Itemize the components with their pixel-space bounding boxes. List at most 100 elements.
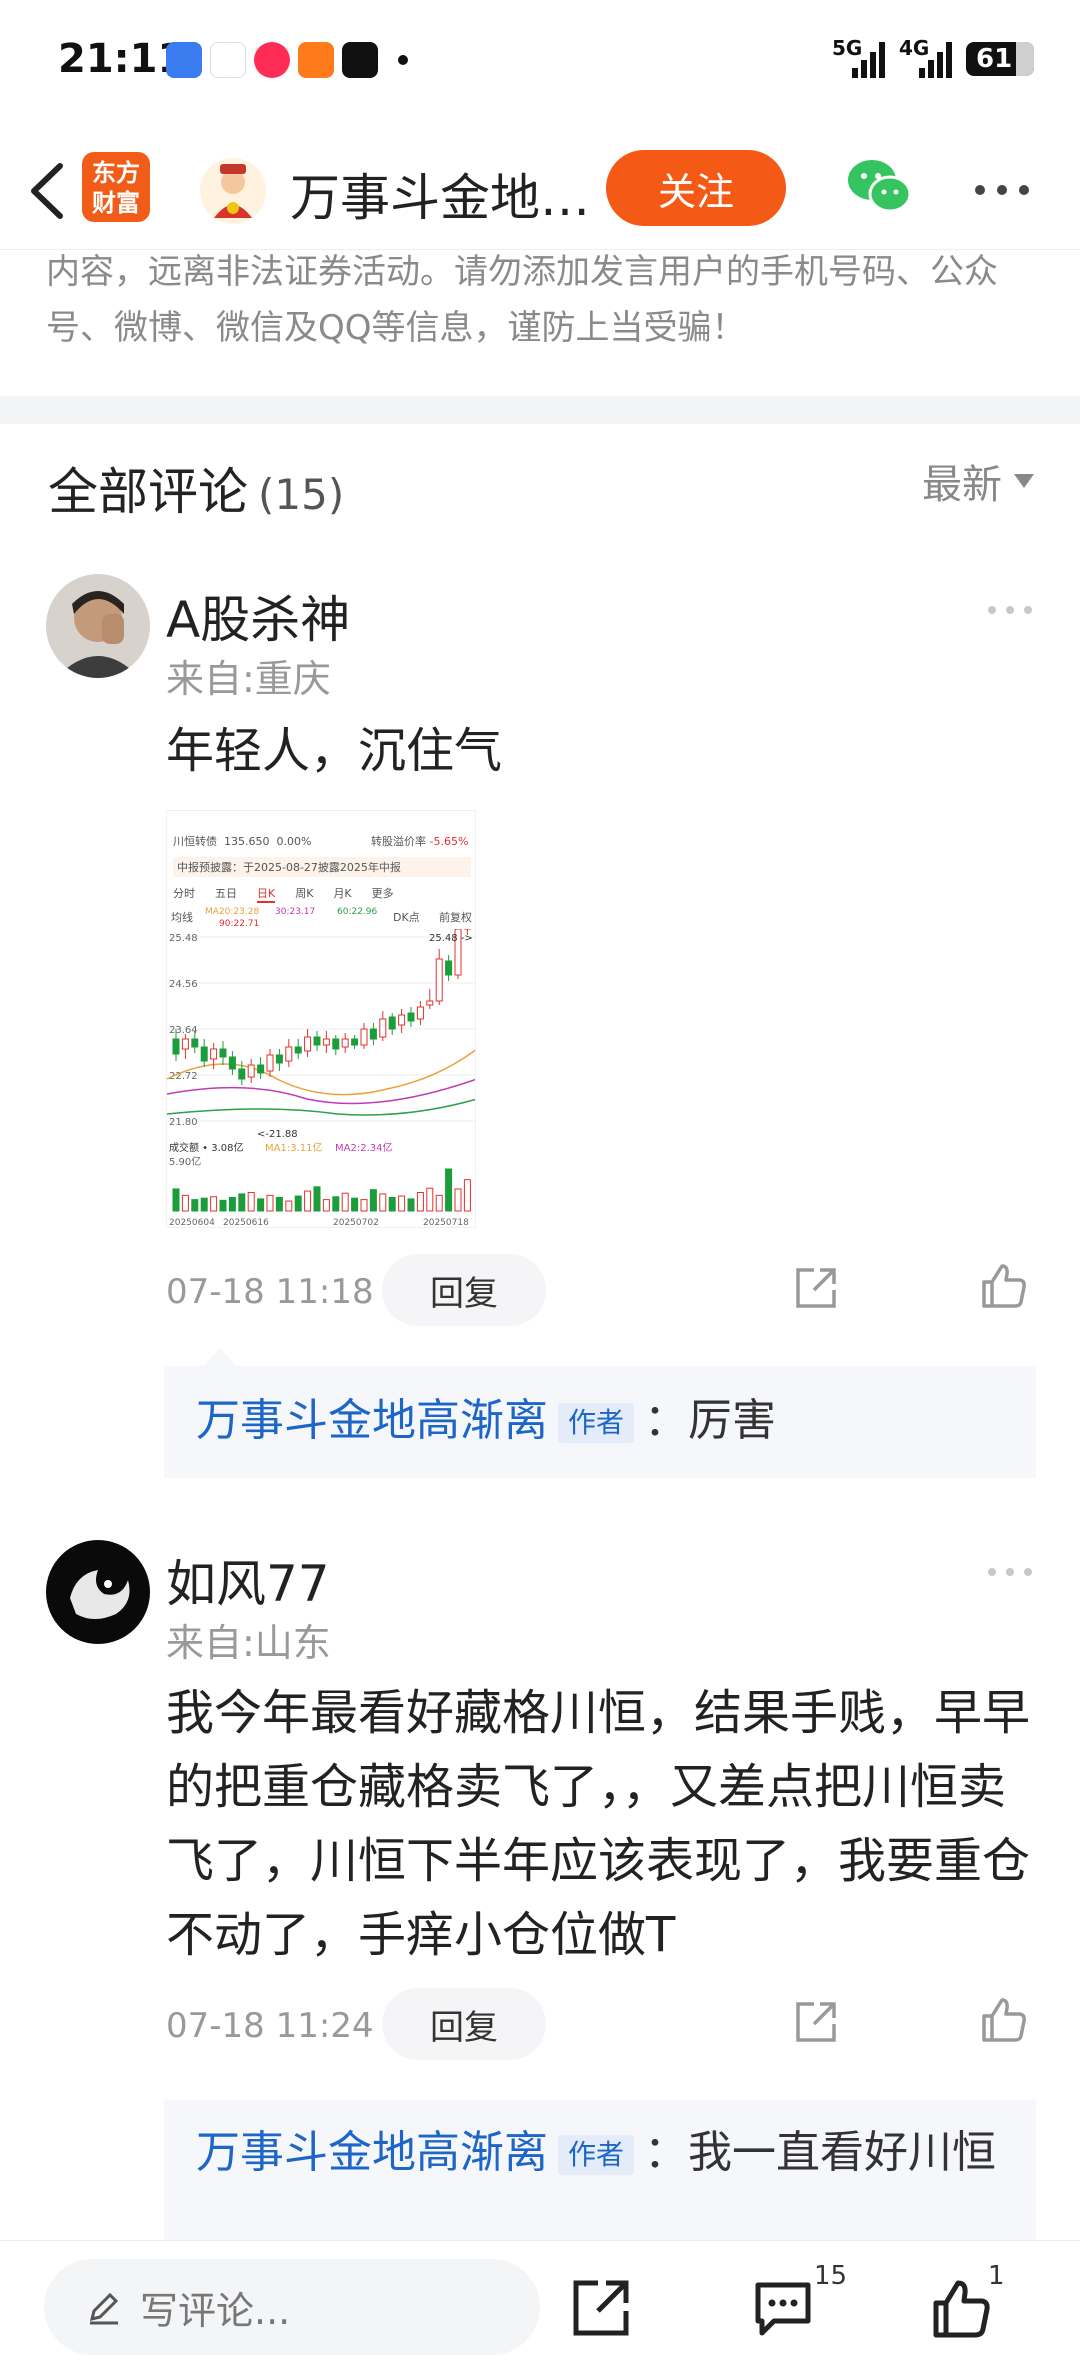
reply-button[interactable]: 回复 [382,1254,546,1326]
write-comment-input[interactable]: 写评论... [44,2259,540,2355]
candle-body [332,1038,340,1050]
chart-tab: 日K [257,885,276,903]
app-stock-icon [166,42,202,78]
low-price-label: <-21.88 [257,1129,298,1140]
app-flower-icon [210,42,246,78]
candle-body [369,1028,377,1040]
like-icon[interactable] [930,2277,992,2339]
y-tick-label: 24.56 [169,979,198,990]
reply-text: ：厉害 [644,1395,777,1446]
wechat-share-icon[interactable] [846,156,912,216]
volume-bar [341,1192,349,1212]
comments-count: (15) [258,470,345,519]
chart-tab: 更多 [371,887,394,900]
volume-label: 成交额 • 3.08亿 [169,1141,244,1154]
comment-time: 07-18 11:24 [166,2006,374,2046]
reply-button[interactable]: 回复 [382,1988,546,2060]
write-comment-placeholder: 写评论... [140,2288,291,2333]
volume-bar [238,1193,246,1212]
comment-bubble-icon[interactable] [752,2277,814,2339]
more-notifications-dot [398,55,408,65]
avatar[interactable] [46,574,150,678]
volume-bar [445,1168,453,1212]
candle-body [257,1064,265,1074]
back-arrow-icon[interactable] [24,156,72,226]
volume-bar [257,1198,265,1212]
candle-body [275,1054,283,1064]
volume-bar [294,1195,302,1212]
volume-bar [398,1195,406,1212]
volume-bar [454,1188,462,1212]
candle-body [426,1000,434,1006]
avatar[interactable] [46,1540,150,1644]
notification-icons [166,42,408,78]
candle-body [416,1006,424,1020]
volume-bar [304,1190,312,1212]
like-count-badge: 1 [988,2261,1005,2291]
comments-header: 全部评论 (15) [48,452,344,524]
app-video-icon [254,42,290,78]
volume-bar [247,1191,255,1212]
candlestick-chart: 25.4824.5623.6422.7221.8025.48 -><-21.88… [167,929,475,1228]
comment-more-icon[interactable] [986,604,1034,616]
app-game-icon [298,42,334,78]
page-title: 万事斗金地… [290,169,590,227]
ma-line [167,1078,475,1105]
candle-body [341,1038,349,1048]
sort-label: 最新 [922,462,1002,508]
candle-body [200,1046,208,1062]
candle-body [219,1048,227,1058]
reply-author[interactable]: 万事斗金地高渐离 [196,1395,548,1446]
share-icon[interactable] [570,2277,632,2339]
candle-body [238,1068,246,1080]
volume-bar [228,1196,236,1212]
volume-bar [388,1196,396,1212]
thumbs-up-icon[interactable] [980,1262,1028,1310]
thumbs-up-icon[interactable] [980,1996,1028,2044]
y-tick-label: 21.80 [169,1117,198,1128]
reply-author[interactable]: 万事斗金地高渐离 [196,2127,548,2178]
comment-text: 我今年最看好藏格川恒，结果手贱，早早的把重仓藏格卖飞了，，又差点把川恒卖飞了，川… [166,1685,1031,1963]
volume-bar [172,1188,180,1212]
share-icon[interactable] [792,1264,840,1312]
candle-body [445,960,453,976]
volume-bar [181,1194,189,1212]
volume-bar [313,1186,321,1212]
candle-body [210,1048,218,1060]
comment-more-icon[interactable] [986,1566,1034,1578]
candle-body [266,1054,274,1072]
comment-author[interactable]: 如风77 [166,1544,330,1616]
candle-body [228,1056,236,1070]
signal-5g-icon: 5G [832,36,885,78]
app-gourd-icon [342,42,378,78]
volume-ma1-label: MA1:3.11亿 [265,1141,322,1154]
volume-bar [275,1196,283,1212]
x-tick-label: 20250718 [423,1218,469,1228]
author-avatar[interactable] [200,158,266,224]
status-bar: 21:11 5G 4G 61 [0,0,1080,120]
candle-body [313,1036,321,1046]
header: 东方 财富 万事斗金地… 关注 [0,130,1080,250]
reply-text: ：我一直看好川恒 [644,2127,997,2178]
candle-body [322,1038,330,1046]
risk-notice: 内容，远离非法证券活动。请勿添加发言用户的手机号码、公众号、微博、微信及QQ等信… [46,252,998,348]
caret-down-icon [1014,474,1034,488]
author-badge: 作者 [558,2135,635,2175]
x-tick-label: 20250616 [223,1218,269,1228]
sort-dropdown[interactable]: 最新 [922,452,1034,510]
chart-tab: 周K [295,887,314,900]
attached-stock-chart-image[interactable]: 川恒转债 135.650 0.00% 转股溢价率 -5.65% 中报预披露：于2… [166,810,476,1228]
volume-bar [219,1199,227,1212]
volume-bar [435,1194,443,1212]
share-icon[interactable] [792,1998,840,2046]
volume-bar [426,1187,434,1212]
follow-button[interactable]: 关注 [606,150,786,226]
volume-bar [266,1194,274,1212]
volume-bar [351,1197,359,1212]
comment-author[interactable]: A股杀神 [166,580,350,652]
more-options-icon[interactable] [972,182,1032,198]
y-tick-label: 23.64 [169,1025,198,1036]
candle-body [407,1012,415,1022]
volume-max-label: 5.90亿 [169,1155,201,1168]
candle-body [285,1046,293,1062]
